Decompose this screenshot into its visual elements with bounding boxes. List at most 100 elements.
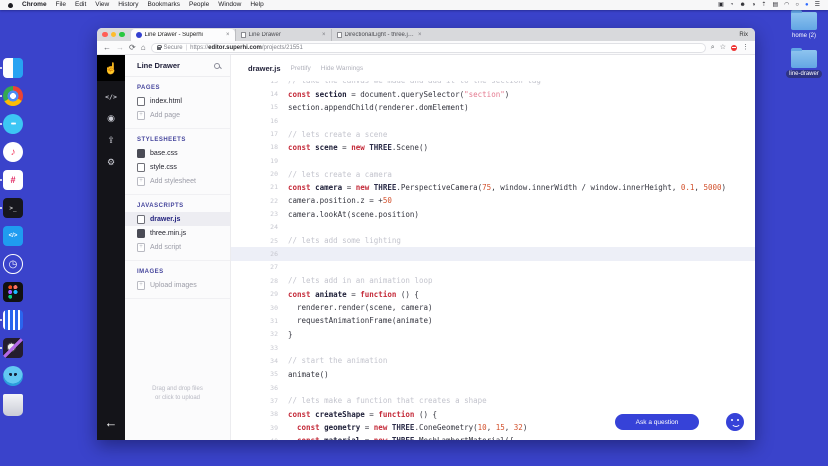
wifi-icon[interactable]: ◠ [784,0,789,10]
hide-warnings-button[interactable]: Hide Warnings [321,65,363,72]
zoom-search-icon[interactable]: ⌕ [711,44,715,51]
users-icon[interactable]: ☻ [739,0,745,10]
menu-item-edit[interactable]: Edit [75,0,86,10]
code-line[interactable]: 23 camera.lookAt(scene.position) [231,207,755,220]
code-line[interactable]: 22 camera.position.z = +50 [231,194,755,207]
code-line[interactable]: 33 [231,341,755,354]
cursor-line[interactable]: 26 [231,247,755,261]
bookmark-star-icon[interactable]: ☆ [720,44,726,51]
tab-close-icon[interactable]: × [322,32,326,38]
chrome-dock-icon[interactable] [0,86,23,106]
reload-icon[interactable]: ⟳ [129,43,136,52]
menu-item-bookmarks[interactable]: Bookmarks [147,0,180,10]
bird-app-dock-icon[interactable] [3,366,23,386]
sidebar-item-style-css[interactable]: style.css [125,160,230,174]
code-line[interactable]: 21 const camera = new THREE.PerspectiveCa… [231,181,755,194]
code-line[interactable]: 24 [231,221,755,234]
code-line[interactable]: 36 [231,381,755,394]
striped-app-dock-icon[interactable] [0,310,23,330]
address-bar[interactable]: Secure | https://editor.superhi.com/proj… [150,42,706,53]
upload-dropzone[interactable]: Drag and drop files or click to upload [125,385,230,404]
terminal-dock-icon[interactable]: >_ [0,198,23,218]
secure-lock-icon[interactable] [156,44,163,50]
code-line[interactable]: 28 // lets add in an animation loop [231,274,755,287]
messages-dock-icon[interactable]: ••• [0,114,23,134]
tab-close-icon[interactable]: × [418,32,422,38]
ask-question-button[interactable]: Ask a question [615,414,699,430]
code-line[interactable]: 20 // lets create a camera [231,167,755,180]
forward-icon[interactable]: → [116,43,124,52]
zoom-window-button[interactable] [119,31,125,38]
superhi-logo-icon[interactable]: ☝ [97,55,125,81]
desktop-folder-home-2-[interactable]: home (2) [789,9,819,40]
clock-icon[interactable]: ◔ [730,0,734,10]
code-line[interactable]: 17 // lets create a scene [231,127,755,140]
desktop-folder-line-drawer[interactable]: line-drawer [786,47,822,78]
back-arrow-button[interactable]: ← [97,415,125,430]
trash-dock-icon[interactable] [3,394,23,416]
close-window-button[interactable] [102,31,108,38]
figma-dock-icon[interactable] [3,282,23,302]
upload-status-icon[interactable]: ⇡ [761,0,766,10]
sidebar-item-add-script[interactable]: + Add script [125,240,230,254]
vscode-dock-icon[interactable]: </> [3,226,23,246]
back-icon[interactable]: ← [103,43,111,52]
code-line[interactable]: 25 // lets add some lighting [231,234,755,247]
menu-item-window[interactable]: Window [218,0,241,10]
code-line[interactable]: 29 const animate = function () { [231,288,755,301]
home-icon[interactable]: ⌂ [141,43,146,52]
code-line[interactable]: 30 renderer.render(scene, camera) [231,301,755,314]
code-line[interactable]: 32} [231,328,755,341]
sidebar-item-add-page[interactable]: + Add page [125,108,230,122]
extension-badge-icon[interactable] [731,44,737,51]
spotlight-icon[interactable]: ○ [795,0,799,10]
code-line[interactable]: 27 [231,261,755,274]
code-line[interactable]: 31 requestAnimationFrame(animate) [231,314,755,327]
preview-eye-icon[interactable]: ◉ [107,113,115,123]
sidebar-item-add-stylesheet[interactable]: + Add stylesheet [125,174,230,188]
movie-app-dock-icon[interactable] [0,338,23,358]
search-icon[interactable] [214,62,220,69]
sidebar-item-drawer-js[interactable]: drawer.js [125,212,230,226]
chat-smiley-icon[interactable] [726,413,744,431]
code-line[interactable]: 15 section.appendChild(renderer.domElemen… [231,101,755,114]
code-line[interactable]: 16 [231,114,755,127]
code-line[interactable]: 40 const material = new THREE.MeshLamber… [231,434,755,440]
menu-item-file[interactable]: File [56,0,66,10]
chrome-profile-name[interactable]: Rix [739,32,748,38]
menu-item-chrome[interactable]: Chrome [22,0,47,10]
moon-icon[interactable]: ◑ [752,0,756,10]
screen-mirror-icon[interactable]: ▤ [772,0,778,10]
finder-dock-icon[interactable] [0,58,23,78]
menu-item-history[interactable]: History [118,0,138,10]
browser-tab-1[interactable]: Line Drawer × [234,29,331,41]
display-icon[interactable]: ▣ [718,0,724,10]
code-line[interactable]: 14 const section = document.querySelector… [231,87,755,100]
code-line[interactable]: 37 // lets make a function that creates a… [231,394,755,407]
prettify-button[interactable]: Prettify [291,65,311,72]
sidebar-item-upload-images[interactable]: + Upload images [125,278,230,292]
tab-close-icon[interactable]: × [226,32,230,38]
siri-icon[interactable]: ● [805,0,809,10]
apple-menu-icon[interactable] [8,2,13,8]
notification-center-icon[interactable]: ☰ [815,0,820,10]
browser-tab-2[interactable]: DirectionalLight - three.js do...× [330,29,427,41]
code-line[interactable]: 18 const scene = new THREE.Scene() [231,141,755,154]
code-view-icon[interactable]: </> [105,94,117,101]
sidebar-item-three-min-js[interactable]: three.min.js [125,226,230,240]
code-line[interactable]: 34 // start the animation [231,354,755,367]
code-line[interactable]: 19 [231,154,755,167]
sidebar-item-index-html[interactable]: index.html [125,94,230,108]
settings-gear-icon[interactable]: ⚙ [107,157,115,167]
slack-dock-icon[interactable]: # [0,170,23,190]
sidebar-item-base-css[interactable]: base.css [125,146,230,160]
clock-dock-icon[interactable]: ◷ [3,254,23,274]
upload-share-icon[interactable]: ⇪ [107,135,115,145]
code-line[interactable]: 35 animate() [231,368,755,381]
menu-item-view[interactable]: View [95,0,109,10]
browser-tab-0[interactable]: Line Drawer - Superhi × [130,29,235,41]
menu-item-people[interactable]: People [189,0,209,10]
chrome-menu-icon[interactable]: ⋮ [742,44,749,51]
code-editor[interactable]: 13// take the canvas we made and add it … [231,81,755,440]
menu-item-help[interactable]: Help [250,0,263,10]
